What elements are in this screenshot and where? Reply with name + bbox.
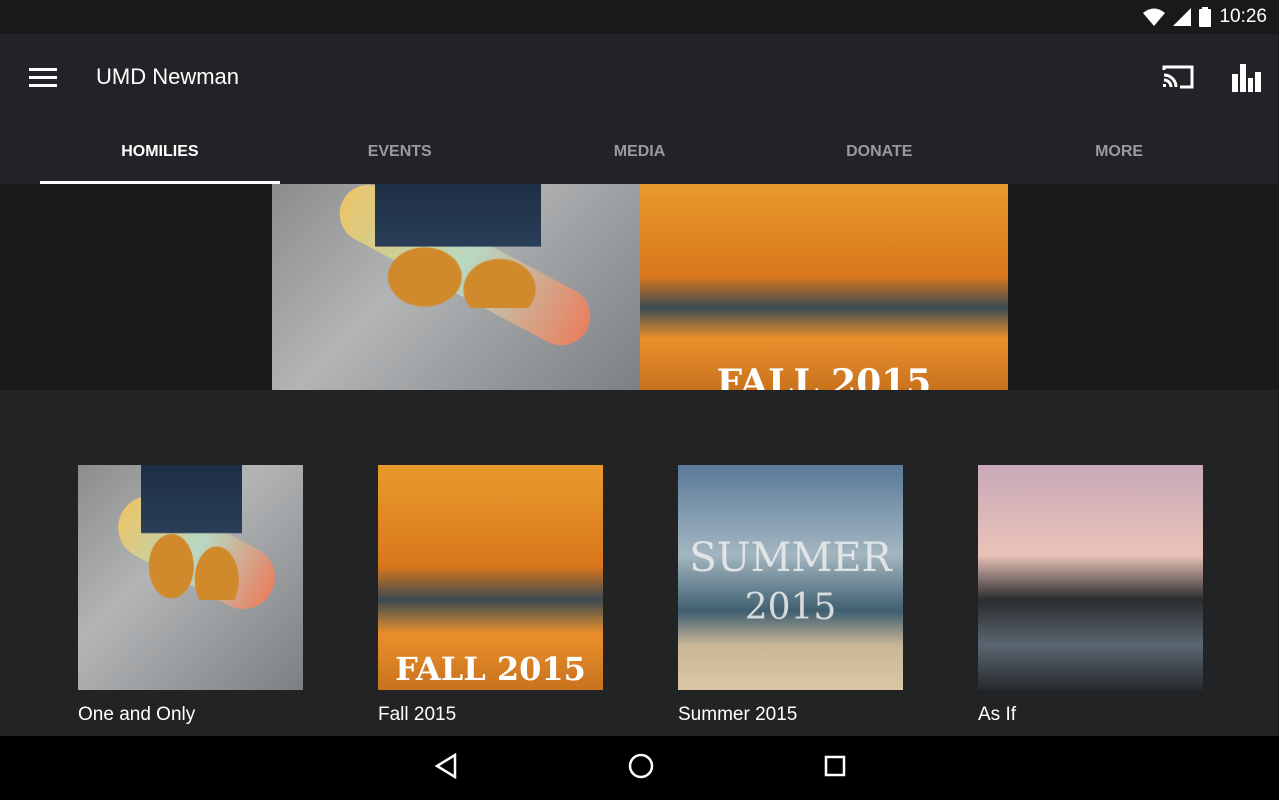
series-title: As If [978,704,1017,725]
series-thumbnail [978,465,1203,690]
home-icon[interactable] [628,753,654,784]
series-thumbnail [78,465,303,690]
series-card[interactable]: One and Only [78,465,303,726]
menu-icon[interactable] [29,68,57,88]
clock: 10:26 [1219,6,1267,27]
app-bar: UMD Newman HOMILIES EVENTS MEDIA DONATE … [0,34,1279,184]
tab-bar: HOMILIES EVENTS MEDIA DONATE MORE [40,119,1239,184]
app-title: UMD Newman [96,64,240,89]
homilies-grid: One and Only FALL 2015 Fall 2015 SUMMER … [78,465,1203,726]
tab-homilies[interactable]: HOMILIES [40,119,280,184]
recents-icon[interactable] [824,755,846,782]
banner-image-fall[interactable]: FALL 2015 [640,184,1008,390]
series-card[interactable]: FALL 2015 Fall 2015 [378,465,603,726]
banner-fall-caption: FALL 2015 [716,362,932,390]
navigation-bar [0,736,1279,800]
status-bar: 10:26 [0,0,1279,34]
series-thumbnail: SUMMER 2015 [678,465,903,690]
tab-media[interactable]: MEDIA [520,119,760,184]
banner-image-skateboard[interactable] [272,184,640,390]
thumbnail-caption: FALL 2015 [395,650,586,688]
tab-more[interactable]: MORE [999,119,1239,184]
series-title: Fall 2015 [378,704,457,725]
thumbnail-caption: 2015 [744,587,837,628]
cast-icon[interactable] [1162,64,1194,90]
series-title: One and Only [78,704,196,725]
signal-icon [1173,8,1192,26]
tab-donate[interactable]: DONATE [759,119,999,184]
battery-icon [1199,7,1212,27]
series-thumbnail: FALL 2015 [378,465,603,690]
thumbnail-caption: SUMMER [689,535,892,581]
series-title: Summer 2015 [678,704,798,725]
stats-icon[interactable] [1230,62,1262,92]
series-card[interactable]: SUMMER 2015 Summer 2015 [678,465,903,726]
wifi-icon [1143,8,1166,26]
featured-banner: FALL 2015 [0,184,1279,390]
back-icon[interactable] [434,752,458,784]
series-card[interactable]: As If [978,465,1203,726]
tab-events[interactable]: EVENTS [280,119,520,184]
